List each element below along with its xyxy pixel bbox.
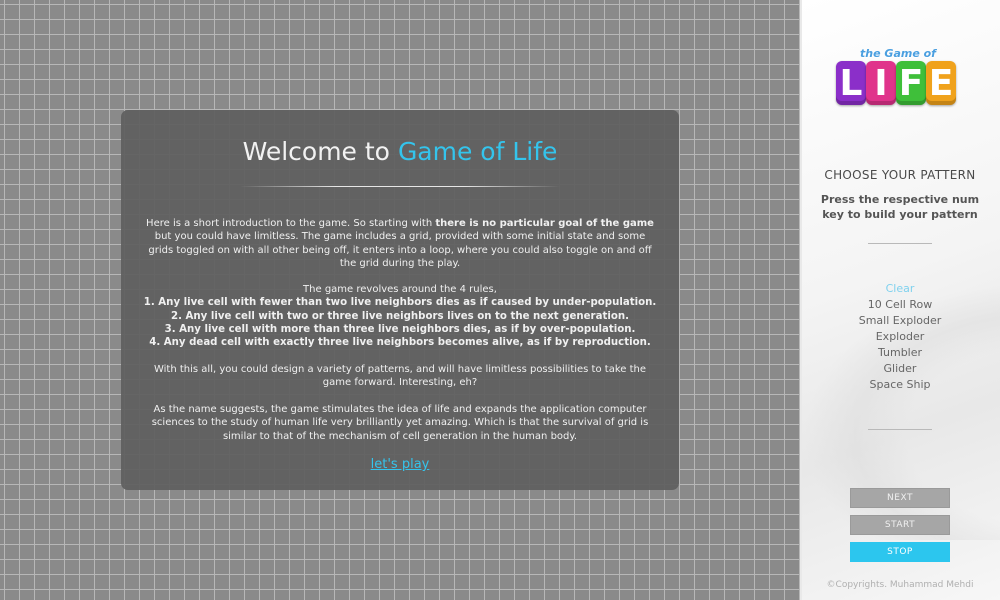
start-button[interactable]: START — [850, 515, 950, 535]
rule-item: 3. Any live cell with more than three li… — [164, 323, 636, 335]
pattern-item-tumbler[interactable]: Tumbler — [800, 345, 1000, 361]
rules-intro: The game revolves around the 4 rules, — [303, 284, 497, 295]
logo-letter-i: I — [866, 61, 896, 105]
logo-letter-f: F — [896, 61, 926, 105]
pattern-item-space-ship[interactable]: Space Ship — [800, 377, 1000, 393]
pattern-item-glider[interactable]: Glider — [800, 361, 1000, 377]
intro-text-part2: but you could have limitless. The game i… — [148, 231, 652, 269]
modal-title-prefix: Welcome to — [242, 137, 398, 166]
rule-item: 4. Any dead cell with exactly three live… — [149, 337, 651, 349]
choose-pattern-subtitle: Press the respective num key to build yo… — [820, 193, 980, 221]
pattern-item-exploder[interactable]: Exploder — [800, 329, 1000, 345]
choose-pattern-title: CHOOSE YOUR PATTERN — [824, 168, 976, 182]
patterns-paragraph: With this all, you could design a variet… — [153, 364, 646, 389]
stop-button[interactable]: STOP — [850, 542, 950, 562]
pattern-item-small-exploder[interactable]: Small Exploder — [800, 313, 1000, 329]
logo-top-text: the Game of — [860, 47, 936, 60]
intro-paragraph: Here is a short introduction to the game… — [143, 217, 657, 270]
next-button[interactable]: NEXT — [850, 488, 950, 508]
sidebar-divider — [868, 243, 932, 244]
sidebar-divider — [868, 429, 932, 430]
rule-item: 2. Any live cell with two or three live … — [171, 310, 629, 322]
intro-text-part1: Here is a short introduction to the game… — [146, 218, 436, 229]
rule-item: 1. Any live cell with fewer than two liv… — [143, 297, 657, 309]
rules-paragraph: The game revolves around the 4 rules, 1.… — [143, 283, 657, 349]
lets-play-link[interactable]: let's play — [0, 457, 800, 472]
modal-title-divider — [240, 186, 560, 187]
about-paragraph: As the name suggests, the game stimulate… — [151, 404, 649, 442]
logo-letter-e: E — [926, 61, 956, 105]
modal-title: Welcome to Game of Life — [0, 137, 800, 166]
copyright-text: ©Copyrights. Muhammad Mehdi — [826, 580, 974, 590]
intro-text-bold: there is no particular goal of the game — [435, 218, 654, 229]
game-of-life-logo: the Game of L I F E — [834, 47, 964, 112]
pattern-item-clear[interactable]: Clear — [800, 281, 1000, 297]
modal-title-accent: Game of Life — [397, 137, 558, 166]
pattern-item-10-cell-row[interactable]: 10 Cell Row — [800, 297, 1000, 313]
logo-letters: L I F E — [836, 61, 956, 105]
pattern-list: Clear 10 Cell Row Small Exploder Explode… — [800, 281, 1000, 393]
logo-letter-l: L — [836, 61, 866, 105]
